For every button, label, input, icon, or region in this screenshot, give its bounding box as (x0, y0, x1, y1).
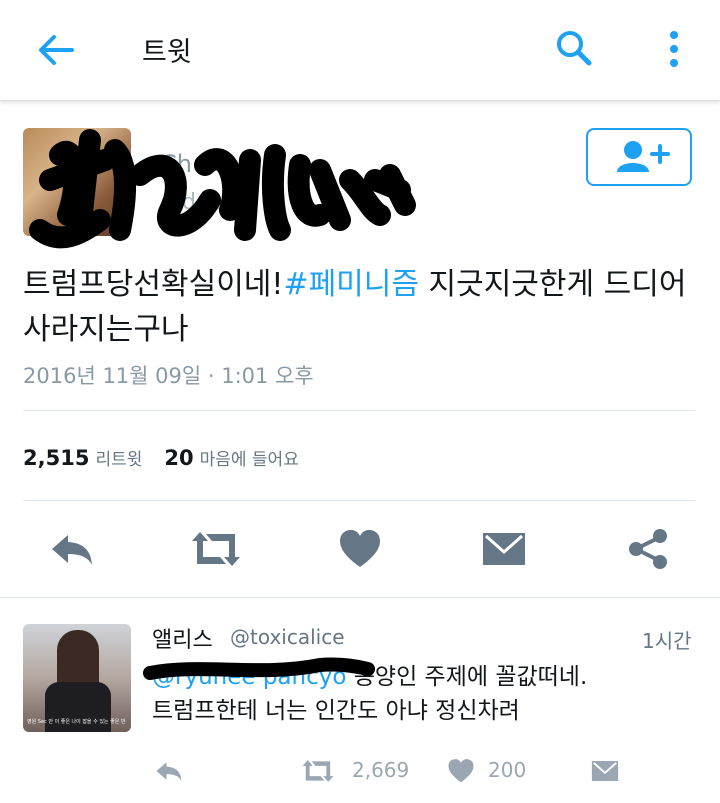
reply-dm-button[interactable] (590, 756, 620, 786)
more-vertical-icon (670, 31, 678, 67)
reply-icon (52, 535, 92, 565)
like-count[interactable]: 20 (164, 446, 193, 470)
tweet-text: 트럼프당선확실이네!#페미니즘 지긋지긋한게 드디어 사라지는구나 (23, 262, 703, 352)
reply-text-line1: 동양인 주제에 꼴값떠네. (353, 664, 588, 690)
direct-message-icon (591, 761, 619, 781)
reply-button[interactable] (48, 527, 96, 571)
share-icon (629, 529, 667, 569)
redaction-scribble (29, 129, 416, 249)
redaction-scribble (143, 657, 375, 680)
tweet-stats: 2,515 리트윗 20 마음에 들어요 (23, 445, 299, 470)
retweet-icon (192, 532, 240, 566)
direct-message-icon (483, 533, 525, 565)
reply-text-line2: 트럼프한테 너는 인간도 아냐 정신차려 (152, 698, 520, 724)
retweet-icon (302, 760, 334, 782)
retweet-count[interactable]: 2,515 (23, 446, 89, 470)
tweet-text-before: 트럼프당선확실이네! (23, 267, 284, 302)
direct-message-button[interactable] (480, 527, 528, 571)
like-label[interactable]: 마음에 들어요 (200, 450, 299, 470)
tweet-timestamp: 2016년 11월 09일 · 1:01 오후 (23, 364, 314, 388)
hashtag-link[interactable]: #페미니즘 (283, 267, 419, 302)
heart-icon (340, 530, 380, 567)
search-button[interactable] (552, 26, 596, 70)
reply-icon (156, 762, 182, 781)
like-button[interactable] (336, 527, 384, 571)
reply-timestamp: 1시간 (642, 629, 692, 653)
follow-button[interactable] (586, 128, 692, 186)
share-button[interactable] (624, 527, 672, 571)
app-bar: 트윗 (0, 0, 720, 101)
retweet-button[interactable] (188, 527, 244, 571)
overflow-menu-button[interactable] (656, 26, 692, 74)
divider (0, 597, 720, 598)
back-button[interactable] (34, 28, 78, 72)
retweet-label[interactable]: 리트윗 (95, 450, 142, 470)
heart-icon (448, 759, 474, 783)
add-user-icon (617, 141, 670, 172)
reply-author-handle[interactable]: @toxicalice (230, 625, 345, 649)
reply-retweet-button[interactable] (300, 756, 336, 786)
divider (23, 410, 695, 411)
reply-reply-button[interactable] (154, 756, 184, 786)
reply-like-count: 200 (488, 758, 527, 782)
avatar-caption: 영원 Sec 안 이 좋은 나이 잡을 수 있는 좋은 반 (27, 719, 126, 725)
reply-author-name[interactable]: 앨리스 (152, 622, 213, 654)
reply-author-avatar[interactable]: 영원 Sec 안 이 좋은 나이 잡을 수 있는 좋은 반 (23, 624, 131, 732)
reply-retweet-count: 2,669 (352, 758, 410, 782)
arrow-left-icon (39, 35, 74, 65)
search-icon (557, 31, 592, 66)
page-title: 트윗 (142, 37, 192, 68)
divider (23, 500, 695, 501)
reply-like-button[interactable] (446, 756, 476, 786)
